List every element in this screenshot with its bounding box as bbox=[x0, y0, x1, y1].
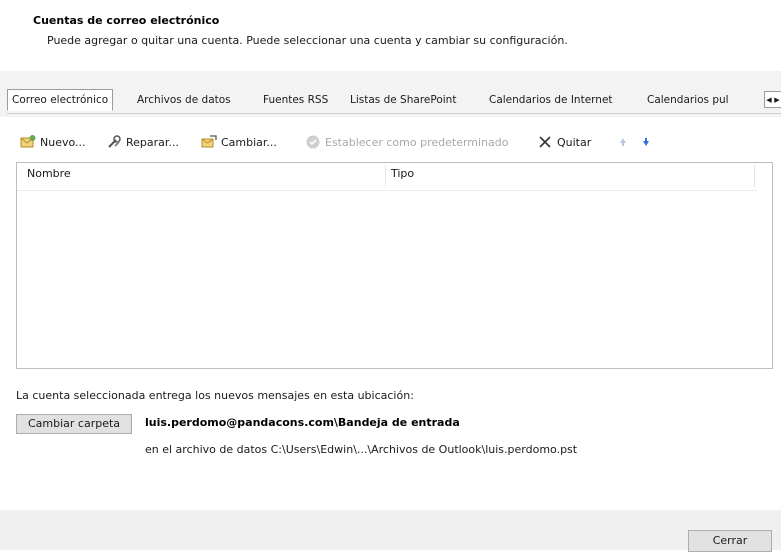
new-button-label: Nuevo... bbox=[40, 135, 86, 149]
tab-scroll-left-icon[interactable]: ◀ bbox=[765, 93, 773, 108]
tab-strip: Correo electrónico Archivos de datos Fue… bbox=[7, 89, 781, 114]
close-icon bbox=[537, 134, 553, 150]
account-list[interactable]: Nombre Tipo bbox=[16, 162, 773, 369]
change-button-label: Cambiar... bbox=[221, 135, 277, 149]
mailbox-path: luis.perdomo@pandacons.com\Bandeja de en… bbox=[145, 416, 460, 429]
tab-scroll-right-icon[interactable]: ▶ bbox=[773, 93, 781, 108]
repair-icon bbox=[106, 134, 122, 150]
move-up-button[interactable] bbox=[615, 132, 631, 152]
tab-correo-electronico[interactable]: Correo electrónico bbox=[7, 89, 114, 111]
repair-button-label: Reparar... bbox=[126, 135, 179, 149]
check-icon bbox=[305, 134, 321, 150]
column-divider[interactable] bbox=[385, 165, 386, 187]
delivery-note: La cuenta seleccionada entrega los nuevo… bbox=[16, 389, 414, 402]
tab-calendarios-publicados[interactable]: Calendarios pul bbox=[647, 91, 761, 109]
change-button[interactable]: Cambiar... bbox=[201, 132, 277, 152]
close-button[interactable]: Cerrar bbox=[688, 530, 772, 552]
column-divider-right bbox=[754, 165, 755, 187]
remove-button-label: Quitar bbox=[557, 135, 592, 149]
header-divider bbox=[17, 190, 757, 191]
new-button[interactable]: Nuevo... bbox=[20, 132, 86, 152]
new-account-icon bbox=[20, 134, 36, 150]
column-header-tipo[interactable]: Tipo bbox=[391, 167, 414, 180]
data-file-path: en el archivo de datos C:\Users\Edwin\..… bbox=[145, 443, 578, 456]
tab-calendarios-internet[interactable]: Calendarios de Internet bbox=[489, 91, 613, 109]
change-account-icon bbox=[201, 134, 217, 150]
move-down-button[interactable] bbox=[638, 132, 654, 152]
arrow-up-icon bbox=[615, 134, 631, 150]
arrow-down-icon bbox=[638, 134, 654, 150]
remove-button[interactable]: Quitar bbox=[537, 132, 591, 152]
column-header-nombre[interactable]: Nombre bbox=[27, 167, 71, 180]
change-folder-button[interactable]: Cambiar carpeta bbox=[16, 414, 132, 434]
tab-listas-sharepoint[interactable]: Listas de SharePoint bbox=[350, 91, 456, 109]
header-subtitle: Puede agregar o quitar una cuenta. Puede… bbox=[47, 34, 568, 47]
dialog-footer bbox=[0, 510, 781, 550]
repair-button[interactable]: Reparar... bbox=[106, 132, 179, 152]
toolbar: Nuevo... Reparar... Cambiar... Establece… bbox=[20, 132, 760, 152]
tab-archivos-de-datos[interactable]: Archivos de datos bbox=[137, 91, 231, 109]
set-default-button-label: Establecer como predeterminado bbox=[325, 135, 509, 149]
set-default-button[interactable]: Establecer como predeterminado bbox=[305, 132, 508, 152]
tab-scroll-control[interactable]: ◀ ▶ bbox=[764, 91, 781, 108]
header-title: Cuentas de correo electrónico bbox=[33, 14, 220, 27]
tab-fuentes-rss[interactable]: Fuentes RSS bbox=[263, 91, 328, 109]
